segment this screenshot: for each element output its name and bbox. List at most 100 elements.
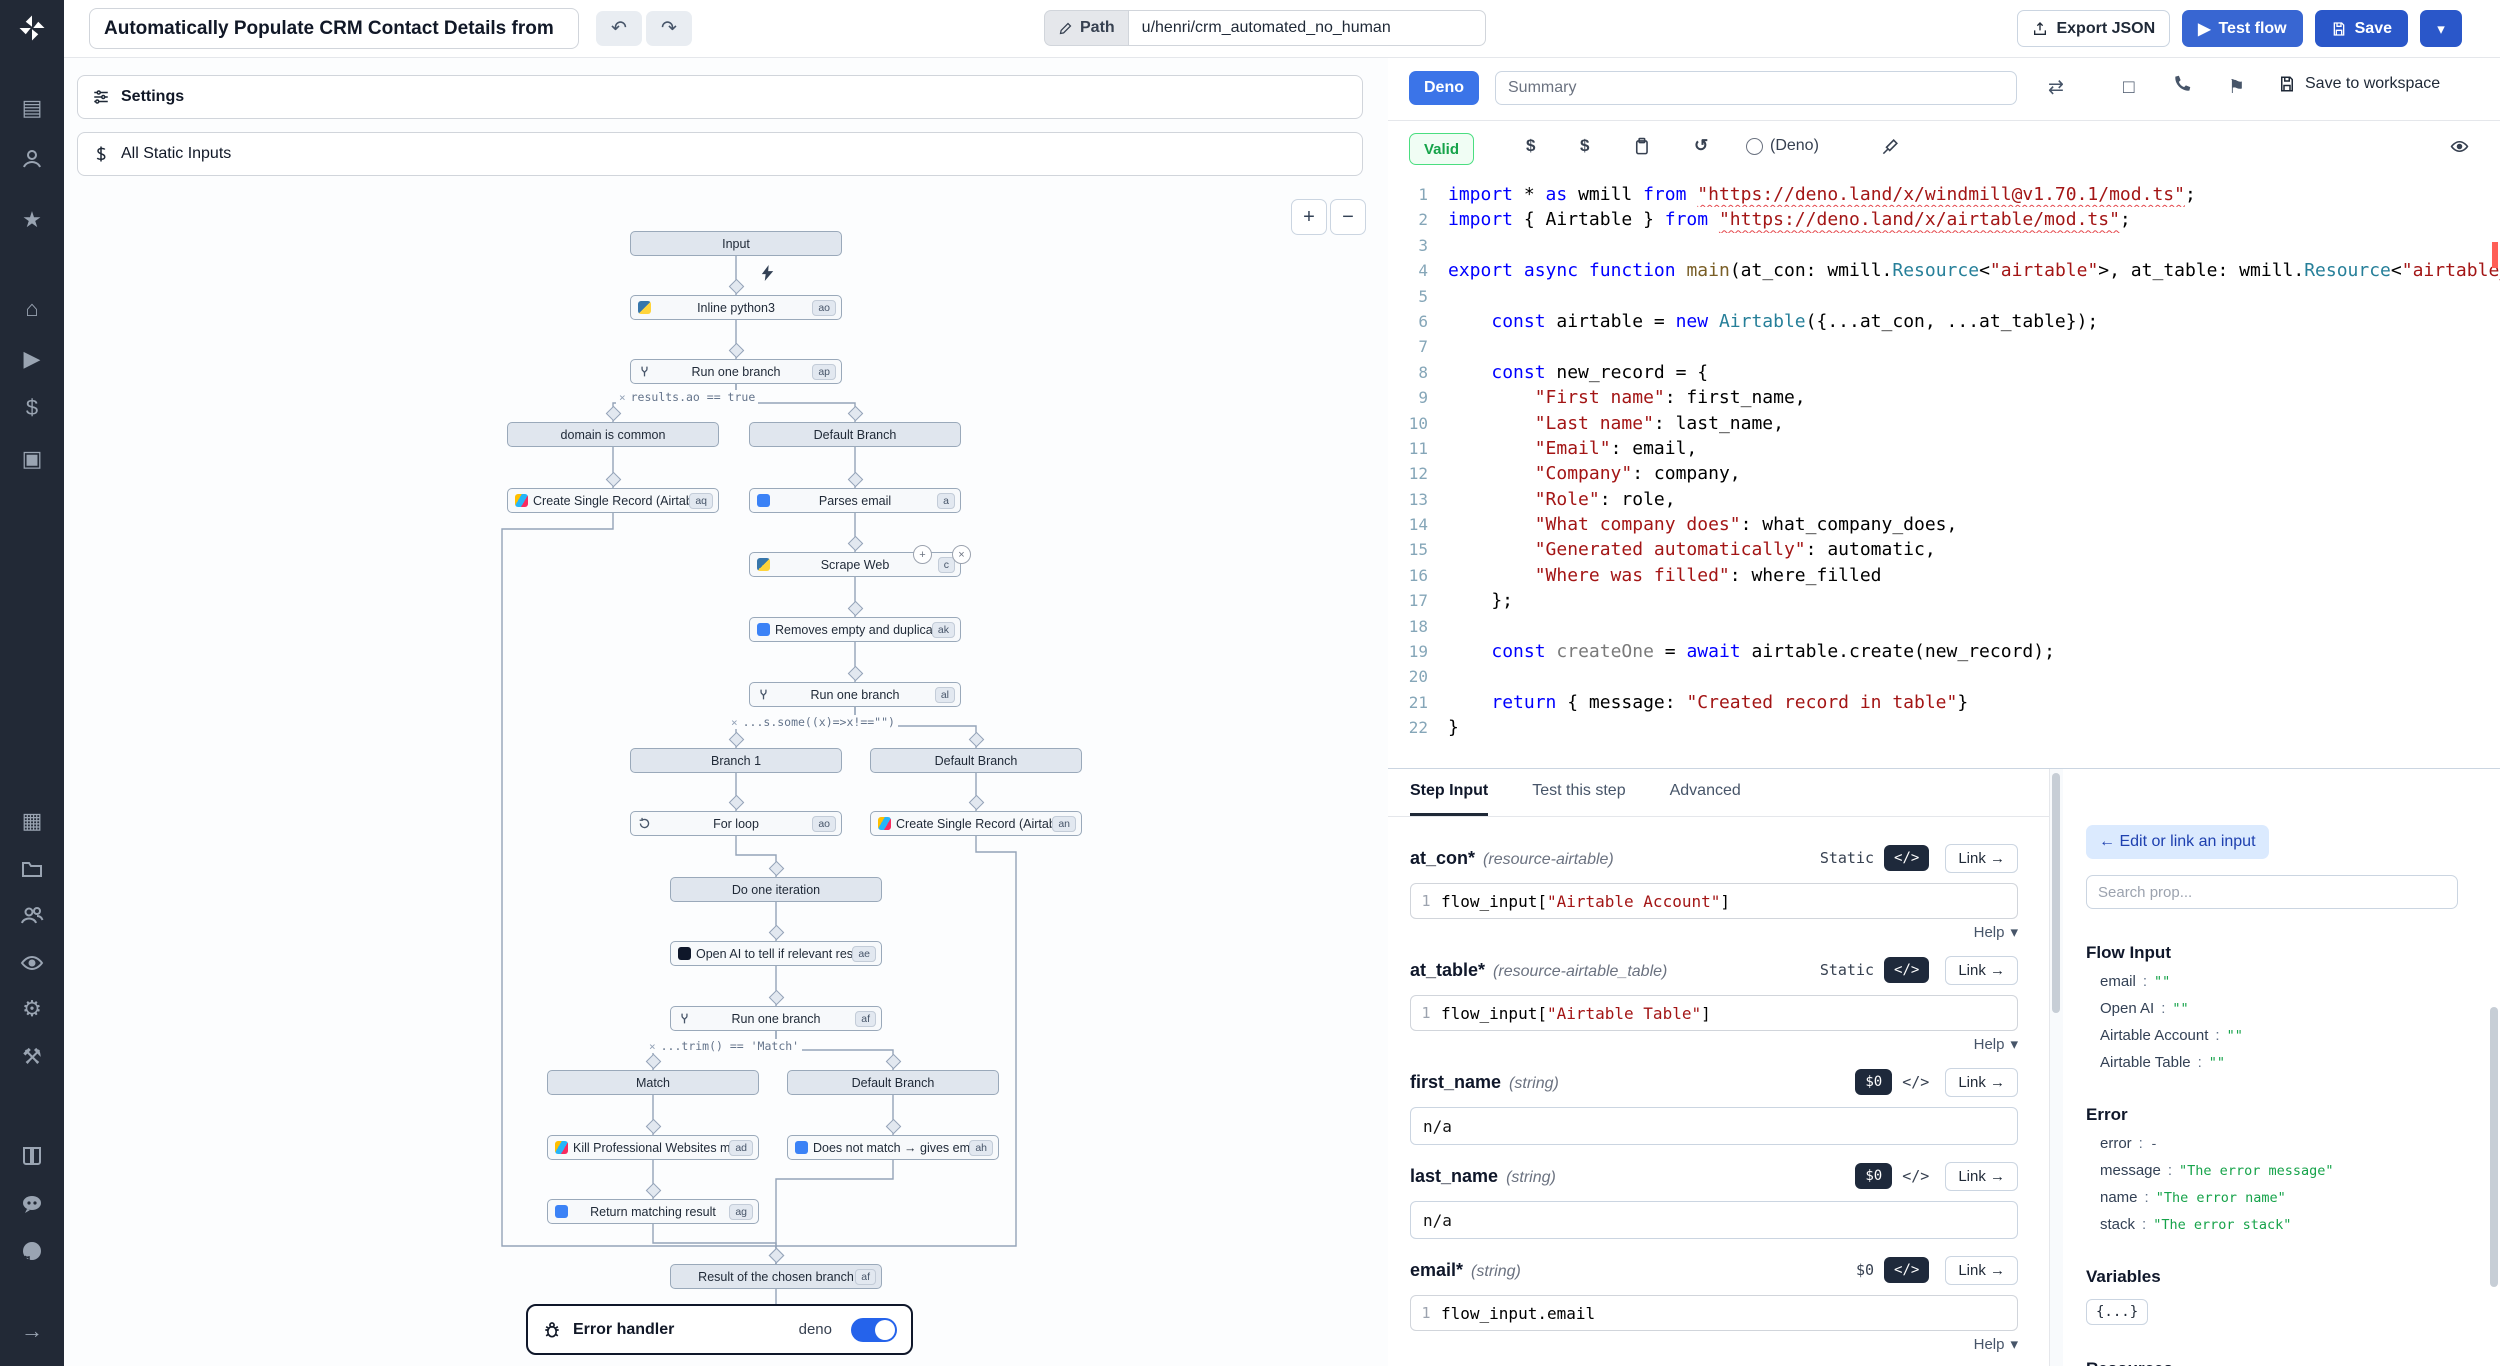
flow-node-py[interactable]: Inline python3ao	[630, 295, 842, 320]
flow-node-input[interactable]: Input	[630, 231, 842, 256]
tab-test-this-step[interactable]: Test this step	[1532, 769, 1625, 816]
home-icon[interactable]: ⌂	[0, 289, 64, 329]
undo-button[interactable]: ↶	[596, 11, 642, 46]
code-line[interactable]: 6 const airtable = new Airtable({...at_c…	[1388, 309, 2500, 334]
object-badge[interactable]: {...}	[2086, 1299, 2148, 1325]
test-flow-button[interactable]: ▶ Test flow	[2182, 10, 2302, 47]
link-button[interactable]: Link →	[1945, 1162, 2018, 1191]
branch-predicate[interactable]: ×...s.some((x)=>x!=="")	[728, 715, 898, 729]
link-button[interactable]: Link →	[1945, 1256, 2018, 1285]
flow-node-ag[interactable]: Return matching resultag	[547, 1199, 759, 1224]
discord-icon[interactable]	[0, 1184, 64, 1224]
collapse-sidebar-icon[interactable]: →	[0, 1311, 64, 1351]
settings-icon[interactable]: ⚙	[0, 989, 64, 1029]
path-edit-button[interactable]: Path	[1044, 10, 1128, 46]
eye-icon[interactable]	[2450, 137, 2469, 161]
mode-button[interactable]: $0	[1856, 1261, 1874, 1279]
docs-icon[interactable]	[0, 1136, 64, 1176]
field-at_con-expression[interactable]: 1flow_input["Airtable Account"]	[1410, 883, 2018, 919]
field-at_table-expression[interactable]: 1flow_input["Airtable Table"]	[1410, 995, 2018, 1031]
help-link[interactable]: Help▾	[1410, 1035, 2018, 1053]
runs-icon[interactable]: ▶	[0, 339, 64, 379]
mode-button[interactable]: </>	[1902, 1167, 1929, 1185]
flow-node-al[interactable]: Run one branchal	[749, 682, 961, 707]
props-scrollbar[interactable]	[2488, 769, 2500, 1366]
code-editor[interactable]: 1import * as wmill from "https://deno.la…	[1388, 176, 2500, 774]
redo-button[interactable]: ↷	[646, 11, 692, 46]
flow-node-af[interactable]: Run one branchaf	[670, 1006, 882, 1031]
tab-advanced[interactable]: Advanced	[1670, 769, 1741, 816]
code-line[interactable]: 19 const createOne = await airtable.crea…	[1388, 639, 2500, 664]
link-button[interactable]: Link →	[1945, 956, 2018, 985]
flow-node-ah[interactable]: Does not match → gives empty valueah	[787, 1135, 999, 1160]
flow-node-h_domain[interactable]: domain is common	[507, 422, 719, 447]
flow-settings-bar[interactable]: Settings	[77, 75, 1363, 119]
code-line[interactable]: 11 "Email": email,	[1388, 436, 2500, 461]
flow-node-h_def1[interactable]: Default Branch	[749, 422, 961, 447]
help-link[interactable]: Help▾	[1410, 923, 2018, 941]
active-mode-button[interactable]: </>	[1884, 957, 1929, 983]
fullscreen-icon[interactable]: □	[2123, 77, 2134, 99]
flow-node-h_match[interactable]: Match	[547, 1070, 759, 1095]
swap-icon[interactable]: ⇄	[2048, 77, 2064, 99]
code-line[interactable]: 7	[1388, 334, 2500, 359]
prop-row[interactable]: error:-	[2086, 1135, 2458, 1152]
flow-node-h_iter[interactable]: Do one iteration	[670, 877, 882, 902]
flow-node-a[interactable]: Parses emaila	[749, 488, 961, 513]
edit-or-link-button[interactable]: ← Edit or link an input	[2086, 825, 2269, 859]
workers-icon[interactable]: ⚒	[0, 1037, 64, 1077]
prop-row[interactable]: message:"The error message"	[2086, 1162, 2458, 1179]
format-icon[interactable]	[1881, 137, 1900, 161]
branch-predicate[interactable]: ×results.ao == true	[616, 390, 758, 404]
code-line[interactable]: 21 return { message: "Created record in …	[1388, 690, 2500, 715]
mode-button[interactable]: </>	[1902, 1073, 1929, 1091]
apps-icon[interactable]: ▤	[0, 88, 64, 128]
audit-logs-icon[interactable]	[0, 943, 64, 983]
schedules-icon[interactable]: ▦	[0, 801, 64, 841]
save-button[interactable]: Save	[2315, 10, 2408, 47]
code-line[interactable]: 16 "Where was filled": where_filled	[1388, 563, 2500, 588]
code-line[interactable]: 22}	[1388, 715, 2500, 740]
prop-row[interactable]: stack:"The error stack"	[2086, 1216, 2458, 1233]
reset-icon[interactable]: ↺	[1694, 136, 1708, 156]
prop-row[interactable]: Airtable Account:""	[2086, 1027, 2458, 1044]
language-badge[interactable]: Deno	[1409, 71, 1479, 105]
field-first_name-value[interactable]: n/a	[1410, 1107, 2018, 1145]
flow-node-h_def3[interactable]: Default Branch	[787, 1070, 999, 1095]
path-input[interactable]: u/henri/crm_automated_no_human	[1128, 10, 1486, 46]
active-mode-button[interactable]: </>	[1884, 845, 1929, 871]
step-scrollbar[interactable]	[2049, 769, 2063, 1366]
tab-step-input[interactable]: Step Input	[1410, 769, 1488, 816]
prop-row[interactable]: Open AI:""	[2086, 1000, 2458, 1017]
flag-icon[interactable]: ⚑	[2228, 77, 2245, 99]
resources-icon[interactable]: ▣	[0, 439, 64, 479]
flow-node-result[interactable]: Result of the chosen branchaf	[670, 1264, 882, 1289]
github-icon[interactable]	[0, 1231, 64, 1271]
flow-node-ap[interactable]: Run one branchap	[630, 359, 842, 384]
error-handler-toggle[interactable]	[851, 1318, 897, 1342]
active-mode-button[interactable]: </>	[1884, 1257, 1929, 1283]
code-line[interactable]: 14 "What company does": what_company_doe…	[1388, 512, 2500, 537]
code-line[interactable]: 1import * as wmill from "https://deno.la…	[1388, 182, 2500, 207]
prop-row[interactable]: Airtable Table:""	[2086, 1054, 2458, 1071]
code-line[interactable]: 13 "Role": role,	[1388, 487, 2500, 512]
field-email-expression[interactable]: 1flow_input.email	[1410, 1295, 2018, 1331]
mode-button[interactable]: Static	[1820, 961, 1874, 979]
help-link[interactable]: Help▾	[1410, 1335, 2018, 1353]
code-line[interactable]: 5	[1388, 284, 2500, 309]
phone-icon[interactable]	[2171, 74, 2192, 101]
link-button[interactable]: Link →	[1945, 1068, 2018, 1097]
active-mode-button[interactable]: $0	[1855, 1163, 1892, 1189]
link-button[interactable]: Link →	[1945, 844, 2018, 873]
flow-node-h_b1[interactable]: Branch 1	[630, 748, 842, 773]
flow-node-ak[interactable]: Removes empty and duplicatesak	[749, 617, 961, 642]
groups-icon[interactable]	[0, 895, 64, 935]
zoom-out-button[interactable]: −	[1330, 199, 1366, 235]
save-dropdown-button[interactable]: ▾	[2420, 10, 2462, 47]
delete-step-icon[interactable]: ×	[952, 545, 971, 564]
branch-predicate[interactable]: ×...trim() == 'Match'	[646, 1039, 802, 1053]
static-inputs-bar[interactable]: All Static Inputs	[77, 132, 1363, 176]
code-line[interactable]: 2import { Airtable } from "https://deno.…	[1388, 207, 2500, 232]
flow-node-ad[interactable]: Kill Professional Websites mentionsad	[547, 1135, 759, 1160]
favorites-icon[interactable]: ★	[0, 200, 64, 240]
